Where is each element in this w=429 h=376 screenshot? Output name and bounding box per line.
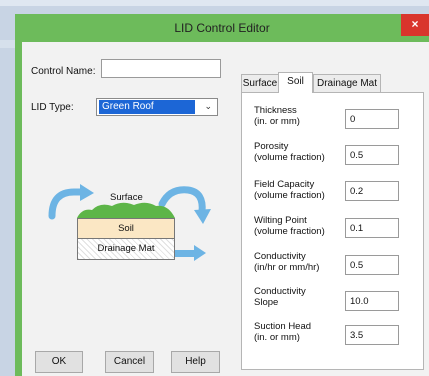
param-label-line2: (in/hr or mm/hr) xyxy=(254,262,320,273)
param-label-line2: (volume fraction) xyxy=(254,226,325,237)
field-capacity-input[interactable]: 0.2 xyxy=(345,181,399,201)
param-label-line1: Conductivity xyxy=(254,286,306,297)
drain-arrow-shaft-icon xyxy=(175,250,195,257)
param-label-line1: Field Capacity xyxy=(254,179,315,190)
param-label-line2: (in. or mm) xyxy=(254,332,300,343)
param-label-line2: (volume fraction) xyxy=(254,152,325,163)
drainage-mat-layer: Drainage Mat xyxy=(77,239,175,260)
ok-button[interactable]: OK xyxy=(35,351,83,373)
inflow-arrow-icon xyxy=(48,188,86,220)
param-label-line2: (in. or mm) xyxy=(254,116,300,127)
dialog-body: Control Name: LID Type: Green Roof ⌄ Sur… xyxy=(22,42,429,376)
param-label-line1: Porosity xyxy=(254,141,289,152)
soil-tab-panel: Thickness (in. or mm) 0 Porosity (volume f… xyxy=(241,92,424,370)
field-capacity-label: Field Capacity (volume fraction) xyxy=(254,179,325,201)
tab-soil[interactable]: Soil xyxy=(278,72,313,93)
soil-layer-label: Soil xyxy=(118,223,134,234)
cancel-button[interactable]: Cancel xyxy=(105,351,154,373)
drain-arrow-head-icon xyxy=(194,245,206,261)
window-title: LID Control Editor xyxy=(174,21,270,35)
suction-head-input[interactable]: 3.5 xyxy=(345,325,399,345)
thickness-label: Thickness (in. or mm) xyxy=(254,105,300,127)
overflow-arrow-icon xyxy=(158,186,206,216)
param-label-line2: (volume fraction) xyxy=(254,190,325,201)
drainage-mat-layer-label: Drainage Mat xyxy=(97,243,155,254)
surface-label: Surface xyxy=(110,192,143,203)
wilting-point-label: Wilting Point (volume fraction) xyxy=(254,215,325,237)
porosity-input[interactable]: 0.5 xyxy=(345,145,399,165)
conductivity-slope-label: Conductivity Slope xyxy=(254,286,306,308)
overflow-arrow-head-icon xyxy=(194,209,211,224)
title-bar: LID Control Editor × xyxy=(15,14,429,42)
param-label-line1: Thickness xyxy=(254,105,297,116)
conductivity-input[interactable]: 0.5 xyxy=(345,255,399,275)
close-button[interactable]: × xyxy=(401,14,429,36)
wilting-point-input[interactable]: 0.1 xyxy=(345,218,399,238)
tab-surface[interactable]: Surface xyxy=(241,74,279,92)
param-label-line1: Suction Head xyxy=(254,321,312,332)
conductivity-slope-input[interactable]: 10.0 xyxy=(345,291,399,311)
background-band xyxy=(0,0,429,6)
help-button[interactable]: Help xyxy=(171,351,220,373)
inflow-arrow-head-icon xyxy=(80,184,94,201)
thickness-input[interactable]: 0 xyxy=(345,109,399,129)
soil-layer: Soil xyxy=(77,218,175,239)
conductivity-label: Conductivity (in/hr or mm/hr) xyxy=(254,251,319,273)
lid-diagram-graphics xyxy=(48,184,211,261)
param-label-line1: Conductivity xyxy=(254,251,306,262)
tab-drainage-mat[interactable]: Drainage Mat xyxy=(313,74,381,92)
suction-head-label: Suction Head (in. or mm) xyxy=(254,321,311,343)
lid-control-editor-dialog: LID Control Editor × Control Name: LID T… xyxy=(15,14,429,376)
param-label-line1: Wilting Point xyxy=(254,215,307,226)
porosity-label: Porosity (volume fraction) xyxy=(254,141,325,163)
param-label-line2: Slope xyxy=(254,297,279,308)
